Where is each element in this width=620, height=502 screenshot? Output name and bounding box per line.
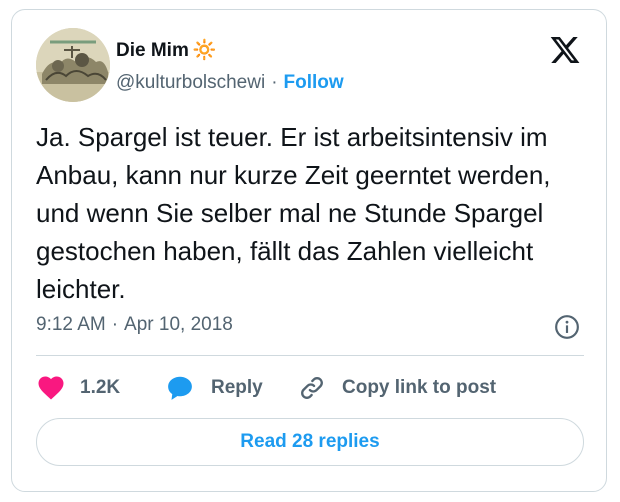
tweet-text: Ja. Spargel ist teuer. Er ist arbeitsint… [36,122,551,304]
reply-button[interactable]: Reply [165,372,263,404]
author-display-name: Die Mim [116,40,189,61]
tweet-timestamp[interactable]: 9:12 AM · Apr 10, 2018 [36,314,233,336]
tweet-time: 9:12 AM [36,314,106,335]
x-logo-icon[interactable] [549,34,581,66]
follow-link[interactable]: Follow [284,72,344,93]
copy-link-label: Copy link to post [342,377,497,398]
author-handle-row: @kulturbolschewi · Follow [116,72,344,94]
like-count: 1.2K [80,377,121,398]
read-replies-button[interactable]: Read 28 replies [36,418,584,466]
author-handle[interactable]: @kulturbolschewi [116,72,265,93]
author-name[interactable]: Die Mim 🔆 [116,38,217,62]
timestamp-separator: · [111,314,119,335]
handle-separator: · [271,72,278,93]
reply-label: Reply [211,377,263,398]
read-replies-label: Read 28 replies [240,431,380,452]
speech-bubble-icon [168,376,192,400]
copy-link-button[interactable]: Copy link to post [298,372,496,404]
avatar-image [36,28,110,102]
link-icon [301,377,323,399]
heart-icon [38,376,64,400]
info-icon[interactable] [554,314,580,340]
author-emoji: 🔆 [192,40,217,61]
divider [36,355,584,356]
avatar[interactable] [36,28,110,102]
tweet-date: Apr 10, 2018 [124,314,233,335]
like-button[interactable]: 1.2K [36,372,120,404]
